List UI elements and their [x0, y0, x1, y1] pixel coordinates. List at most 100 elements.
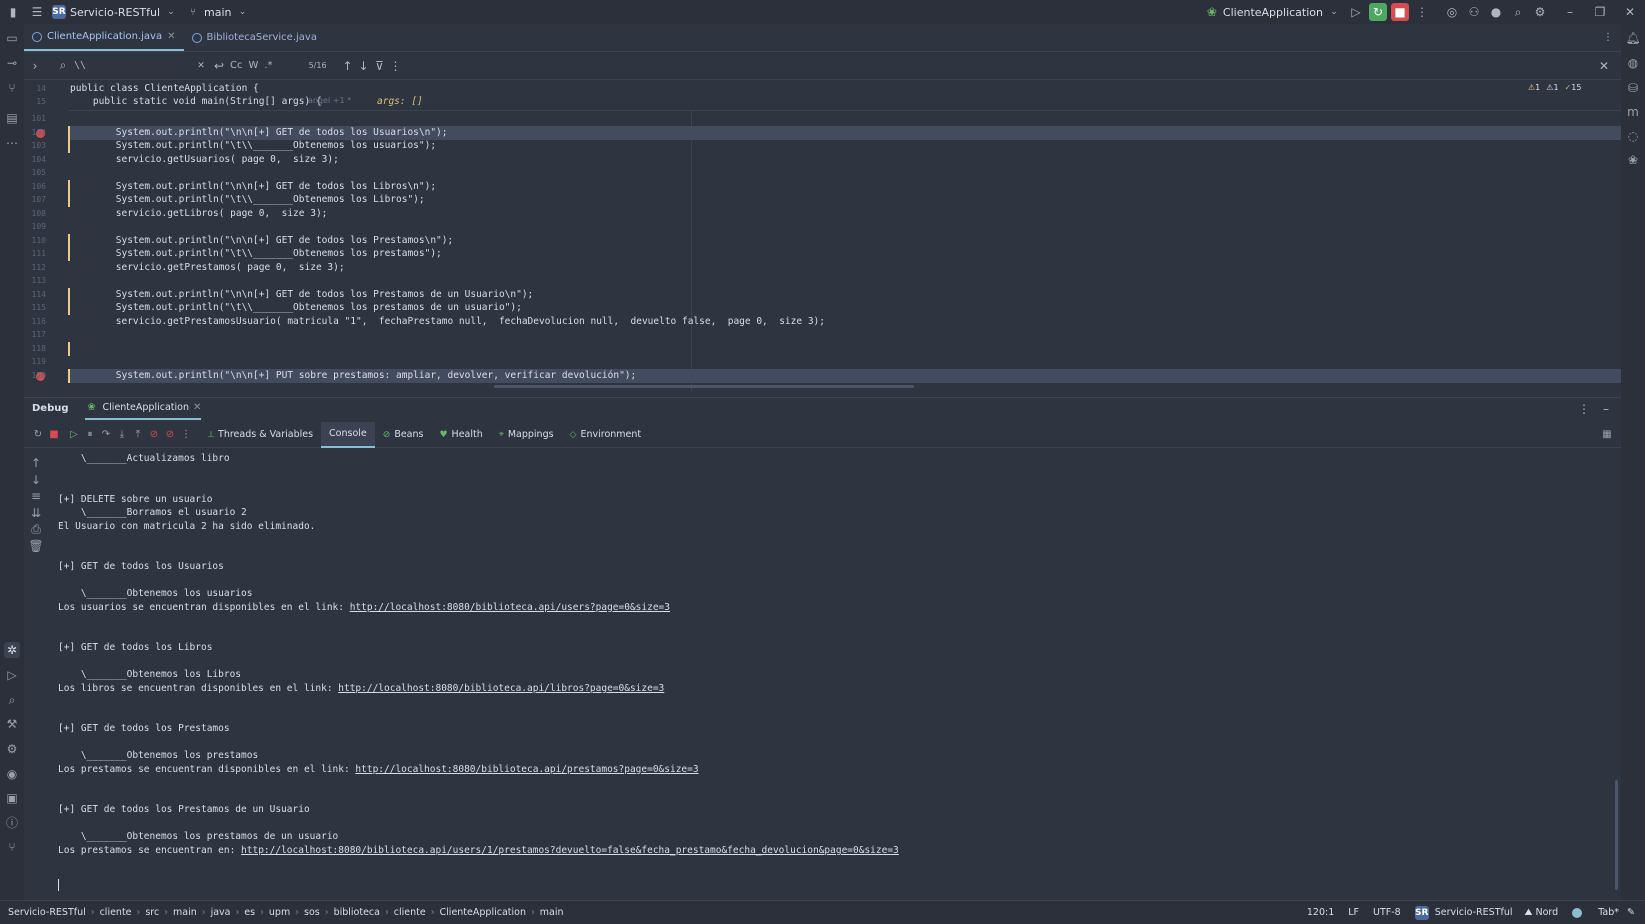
search-input[interactable]: \\ — [74, 60, 194, 71]
stop-icon[interactable]: ■ — [1391, 3, 1409, 21]
line-number[interactable]: 101 — [24, 114, 46, 123]
theme-name[interactable]: Nord — [1535, 907, 1558, 918]
more-icon[interactable]: ⋮ — [1415, 5, 1429, 19]
line-number[interactable]: 106 — [24, 182, 46, 191]
run-icon[interactable]: ▷ — [4, 667, 20, 683]
editor-horizontal-scrollbar[interactable] — [494, 385, 914, 388]
pause-icon[interactable]: ⏸︎ — [82, 427, 98, 443]
breadcrumb-item[interactable]: main — [540, 907, 564, 918]
line-separator[interactable]: LF — [1348, 907, 1359, 918]
close-find-icon[interactable]: ✕ — [1597, 59, 1611, 73]
breadcrumb-item[interactable]: upm — [269, 907, 290, 918]
terminal-icon[interactable]: ▣ — [4, 790, 20, 806]
build-icon[interactable]: ⚒ — [4, 716, 20, 732]
step-over-icon[interactable]: ↷ — [98, 427, 114, 443]
line-number[interactable]: 105 — [24, 168, 46, 177]
layout-icon[interactable]: ▦ — [1599, 427, 1615, 443]
tab-beans[interactable]: ⊘ Beans — [375, 422, 432, 448]
file-encoding[interactable]: UTF-8 — [1373, 907, 1401, 918]
soft-wrap-icon[interactable]: ≡ — [28, 488, 44, 504]
breadcrumb-item[interactable]: cliente — [100, 907, 132, 918]
debug-session-tab[interactable]: ❀ ClienteApplication ✕ — [84, 398, 202, 420]
branch-selector[interactable]: ⑂ main ⌄ — [186, 5, 249, 19]
structure-icon[interactable]: ▤ — [4, 110, 20, 126]
console-output[interactable]: \_______Actualizamos libro [+] DELETE sob… — [48, 450, 1621, 896]
status-indicator-icon[interactable] — [1572, 907, 1583, 918]
line-number[interactable]: 118 — [24, 344, 46, 353]
next-match-icon[interactable]: ↓ — [357, 59, 371, 73]
chevron-right-icon[interactable]: › — [28, 59, 42, 73]
add-user-icon[interactable]: ⚇ — [1467, 5, 1481, 19]
words-toggle[interactable]: W — [248, 60, 258, 71]
tab-environment[interactable]: ◇ Environment — [562, 422, 650, 448]
step-into-icon[interactable]: ⤓ — [114, 427, 130, 443]
maven-icon[interactable]: m — [1625, 104, 1641, 120]
breadcrumb-item[interactable]: ClienteApplication — [440, 907, 526, 918]
line-number[interactable]: 110 — [24, 236, 46, 245]
breadcrumb-item[interactable]: main — [173, 907, 197, 918]
endpoints-icon[interactable]: ◌ — [1625, 128, 1641, 144]
git-icon[interactable]: ⑂ — [4, 839, 20, 855]
services-icon[interactable]: ⚙ — [4, 741, 20, 757]
line-number[interactable]: 120 — [24, 371, 46, 380]
indent-setting[interactable]: Tab* — [1598, 907, 1619, 918]
rerun-icon[interactable]: ↻ — [1369, 3, 1387, 21]
more-icon[interactable]: ⋮ — [178, 427, 194, 443]
inspection-widget[interactable]: ⚠1 ⚠1 ✓15 — [1528, 83, 1581, 92]
line-number[interactable]: 113 — [24, 276, 46, 285]
trash-icon[interactable]: 🗑︎ — [28, 538, 44, 554]
rerun-icon[interactable]: ↻ — [30, 427, 46, 443]
notifications-icon[interactable]: 🔔︎ — [1625, 30, 1641, 46]
read-only-icon[interactable]: ✎ — [1627, 907, 1635, 918]
breadcrumb-item[interactable]: src — [145, 907, 159, 918]
tab-threads-variables[interactable]: ⟂ Threads & Variables — [200, 422, 321, 448]
console-link[interactable]: http://localhost:8080/biblioteca.api/use… — [241, 845, 899, 856]
breadcrumb-item[interactable]: cliente — [394, 907, 426, 918]
debug-icon[interactable]: ✲ — [4, 642, 20, 658]
line-number[interactable]: 112 — [24, 263, 46, 272]
tab-health[interactable]: ♥ Health — [431, 422, 490, 448]
project-name[interactable]: Servicio-RESTful — [1435, 907, 1513, 918]
search-history-icon[interactable]: ⌕ — [56, 58, 70, 73]
close-icon[interactable]: ✕ — [193, 402, 201, 413]
change-marker[interactable] — [68, 342, 70, 356]
code-editor[interactable]: 14 public class ClienteApplication { 15 … — [24, 80, 1621, 392]
tab-bibliotecaservice[interactable]: BibliotecaService.java — [184, 24, 325, 51]
line-number[interactable]: 111 — [24, 249, 46, 258]
close-icon[interactable]: ✕ — [1623, 5, 1637, 19]
ai-assistant-icon[interactable]: ◎ — [1445, 5, 1459, 19]
tab-console[interactable]: Console — [321, 421, 375, 448]
previous-match-icon[interactable]: ↑ — [341, 59, 355, 73]
ai-chat-icon[interactable]: ◍ — [1625, 55, 1641, 71]
line-number[interactable]: 103 — [24, 141, 46, 150]
line-number[interactable]: 109 — [24, 222, 46, 231]
new-line-icon[interactable]: ↩ — [212, 59, 226, 73]
step-out-icon[interactable]: ⤒ — [130, 427, 146, 443]
line-number[interactable]: 107 — [24, 195, 46, 204]
breadcrumb-item[interactable]: sos — [304, 907, 320, 918]
match-case-toggle[interactable]: Cc — [230, 60, 242, 71]
mute-breakpoints-icon[interactable]: ⊘ — [162, 427, 178, 443]
search-icon[interactable]: ⌕ — [1511, 5, 1525, 19]
print-icon[interactable]: ⎙ — [28, 521, 44, 537]
restore-icon[interactable]: ❐ — [1593, 5, 1607, 19]
commit-icon[interactable]: ⊸ — [4, 55, 20, 71]
filter-icon[interactable]: ⊽ — [373, 59, 387, 73]
run-config-selector[interactable]: ❀ ClienteApplication ⌄ — [1205, 5, 1341, 19]
play-circle-icon[interactable]: ◉ — [4, 766, 20, 782]
spring-icon[interactable]: ❀ — [1625, 152, 1641, 168]
line-number[interactable]: 116 — [24, 317, 46, 326]
regex-toggle[interactable]: .* — [264, 60, 272, 71]
pull-requests-icon[interactable]: ⑂ — [4, 80, 20, 96]
breadcrumb-item[interactable]: biblioteca — [334, 907, 380, 918]
down-arrow-icon[interactable]: ↓ — [28, 472, 44, 488]
close-icon[interactable]: ✕ — [167, 31, 175, 42]
tab-clienteapplication[interactable]: ClienteApplication.java ✕ — [24, 24, 184, 51]
clear-search-icon[interactable]: ✕ — [194, 59, 208, 73]
up-arrow-icon[interactable]: ↑ — [28, 455, 44, 471]
console-link[interactable]: http://localhost:8080/biblioteca.api/lib… — [338, 683, 664, 694]
resume-icon[interactable]: ▷ — [66, 427, 82, 443]
main-menu-icon[interactable]: ☰ — [30, 5, 44, 19]
breadcrumb-item[interactable]: java — [211, 907, 231, 918]
line-number[interactable]: 102 — [24, 128, 46, 137]
